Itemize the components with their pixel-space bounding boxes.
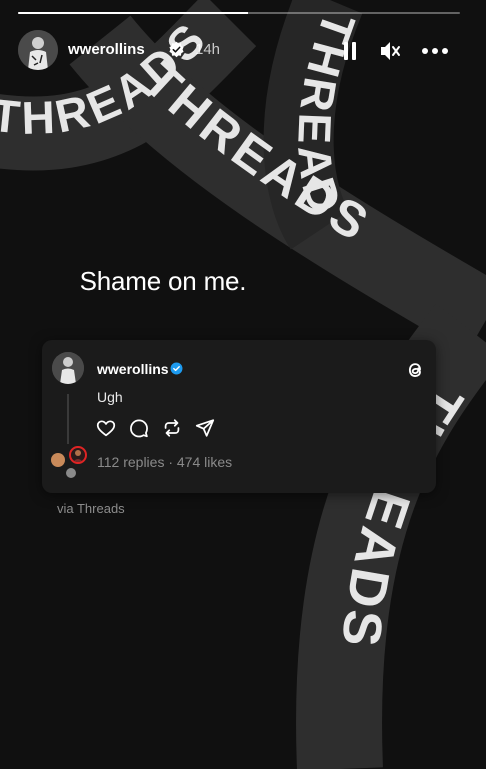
reply-avatar <box>66 468 76 478</box>
comment-icon[interactable] <box>128 417 150 439</box>
pause-icon[interactable] <box>337 38 363 64</box>
post-stats[interactable]: 112 replies · 474 likes <box>97 454 232 470</box>
story-caption: Shame on me. <box>79 266 247 296</box>
verified-icon <box>170 362 183 375</box>
post-text: Ugh <box>97 389 123 405</box>
post-username[interactable]: wwerollins <box>97 361 169 377</box>
story-progress-fill <box>18 12 248 14</box>
share-icon[interactable] <box>194 417 216 439</box>
post-avatar[interactable] <box>52 352 84 384</box>
more-icon[interactable] <box>420 38 450 64</box>
thread-connector-line <box>67 394 69 444</box>
story-header: wwerollins 14h <box>18 30 468 70</box>
reply-avatar-image <box>73 450 83 462</box>
post-avatar-image <box>52 352 84 384</box>
threads-logo-icon[interactable] <box>404 359 426 381</box>
verified-icon <box>169 41 184 58</box>
mute-icon[interactable] <box>377 38 403 64</box>
reply-avatar <box>51 453 65 467</box>
heart-icon[interactable] <box>95 417 117 439</box>
story-progress-bar <box>18 12 460 14</box>
story-username[interactable]: wwerollins <box>68 41 145 58</box>
via-threads-label: via Threads <box>57 501 125 516</box>
avatar-image <box>18 30 58 70</box>
story-timestamp: 14h <box>195 41 221 58</box>
thread-post-card[interactable]: wwerollins Ugh 112 replies · 474 likes <box>42 340 436 493</box>
avatar[interactable] <box>18 30 58 70</box>
repost-icon[interactable] <box>161 417 183 439</box>
story-viewer: THREADS THREADS THREADS THREADS wwerolli… <box>0 0 486 769</box>
reply-avatar <box>69 446 87 464</box>
